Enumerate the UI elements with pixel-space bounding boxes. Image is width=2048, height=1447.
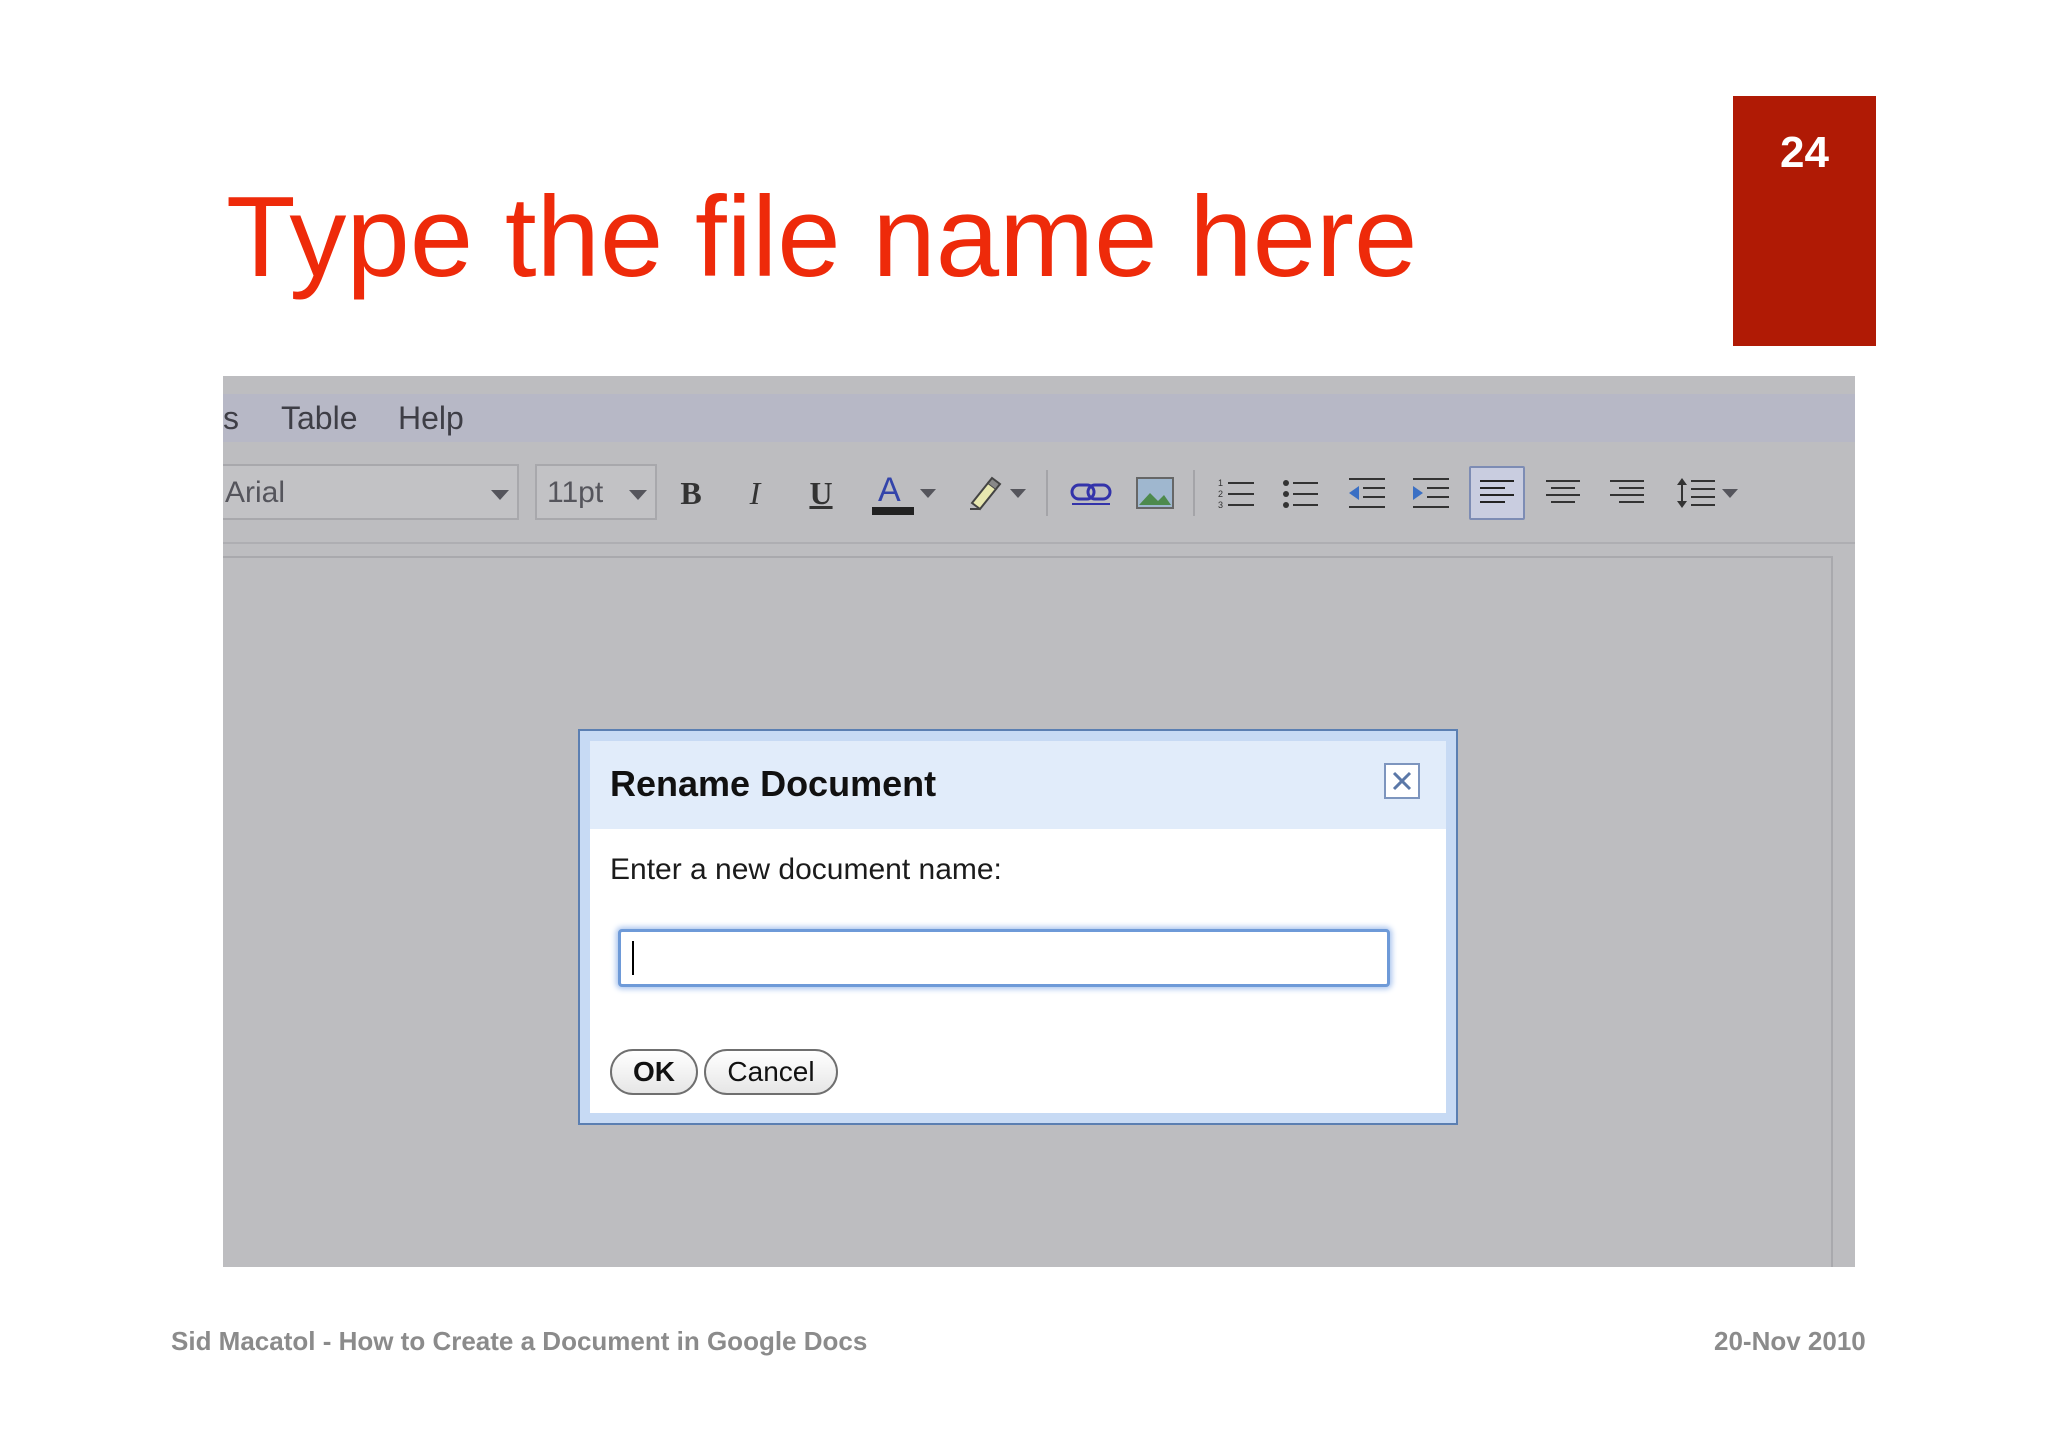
dialog-close-button[interactable] [1384, 763, 1420, 799]
menu-item-help[interactable]: Help [398, 400, 464, 437]
line-spacing-button[interactable] [1667, 466, 1747, 520]
chevron-down-icon [920, 488, 936, 498]
increase-indent-icon [1413, 478, 1449, 508]
decrease-indent-button[interactable] [1339, 466, 1395, 520]
menu-item-tools-partial[interactable]: s [223, 400, 239, 437]
line-spacing-icon [1677, 478, 1715, 508]
decrease-indent-icon [1349, 478, 1385, 508]
cancel-button[interactable]: Cancel [704, 1049, 838, 1095]
svg-text:2: 2 [1218, 489, 1223, 499]
menu-bar: s Table Help [223, 394, 1855, 442]
highlight-color-icon [970, 476, 1002, 511]
dialog-body: Rename Document Enter a new document nam… [590, 741, 1446, 1113]
dialog-title: Rename Document [610, 763, 937, 804]
insert-image-icon [1136, 477, 1174, 509]
align-left-icon [1480, 480, 1514, 503]
text-caret [632, 941, 634, 975]
footer-presentation-title: Sid Macatol - How to Create a Document i… [171, 1326, 868, 1356]
highlight-color-button[interactable] [955, 466, 1037, 520]
align-center-button[interactable] [1535, 466, 1591, 520]
underline-button[interactable]: U [793, 466, 849, 520]
align-right-button[interactable] [1599, 466, 1655, 520]
numbered-list-icon: 1 2 3 [1218, 478, 1254, 510]
slide-number: 24 [1780, 128, 1829, 177]
align-left-button[interactable] [1469, 466, 1525, 520]
dialog-prompt: Enter a new document name: [610, 853, 1002, 886]
font-size-value: 11pt [547, 476, 604, 509]
chevron-down-icon [491, 490, 509, 500]
bulleted-list-button[interactable] [1273, 466, 1329, 520]
font-family-select[interactable]: Arial [223, 464, 519, 520]
toolbar-separator [1193, 470, 1195, 516]
chevron-down-icon [1722, 488, 1738, 498]
chevron-down-icon [1010, 488, 1026, 498]
footer-date: 20-Nov 2010 [1714, 1326, 1866, 1356]
underline-icon: U [809, 474, 833, 511]
insert-link-button[interactable] [1063, 466, 1119, 520]
slide-number-box: 24 [1733, 96, 1876, 346]
chevron-down-icon [629, 490, 647, 500]
text-color-letter: A [878, 471, 901, 509]
dialog-title-bar: Rename Document [590, 741, 1446, 829]
rename-document-dialog: Rename Document Enter a new document nam… [578, 729, 1458, 1125]
svg-text:1: 1 [1218, 478, 1223, 488]
toolbar-separator [1046, 470, 1048, 516]
svg-text:3: 3 [1218, 500, 1223, 510]
bold-button[interactable]: B [663, 466, 719, 520]
document-name-input[interactable] [618, 929, 1390, 987]
formatting-toolbar: Arial 11pt B I U A 1 2 3 [223, 464, 1855, 528]
text-color-button[interactable]: A [863, 466, 945, 520]
bold-icon: B [680, 474, 702, 511]
close-icon [1392, 771, 1412, 791]
align-right-icon [1610, 480, 1644, 503]
align-center-icon [1546, 480, 1580, 503]
font-size-select[interactable]: 11pt [535, 464, 657, 520]
ok-button[interactable]: OK [610, 1049, 698, 1095]
italic-button[interactable]: I [727, 466, 783, 520]
increase-indent-button[interactable] [1403, 466, 1459, 520]
toolbar-divider [223, 542, 1855, 544]
menu-item-table[interactable]: Table [281, 400, 358, 437]
text-color-icon: A [872, 471, 914, 515]
numbered-list-button[interactable]: 1 2 3 [1209, 466, 1265, 520]
bulleted-list-icon [1283, 480, 1318, 508]
insert-image-button[interactable] [1127, 466, 1183, 520]
font-family-value: Arial [225, 476, 286, 509]
slide-title: Type the file name here [226, 174, 1418, 301]
italic-icon: I [749, 474, 761, 511]
link-icon [1070, 483, 1112, 505]
